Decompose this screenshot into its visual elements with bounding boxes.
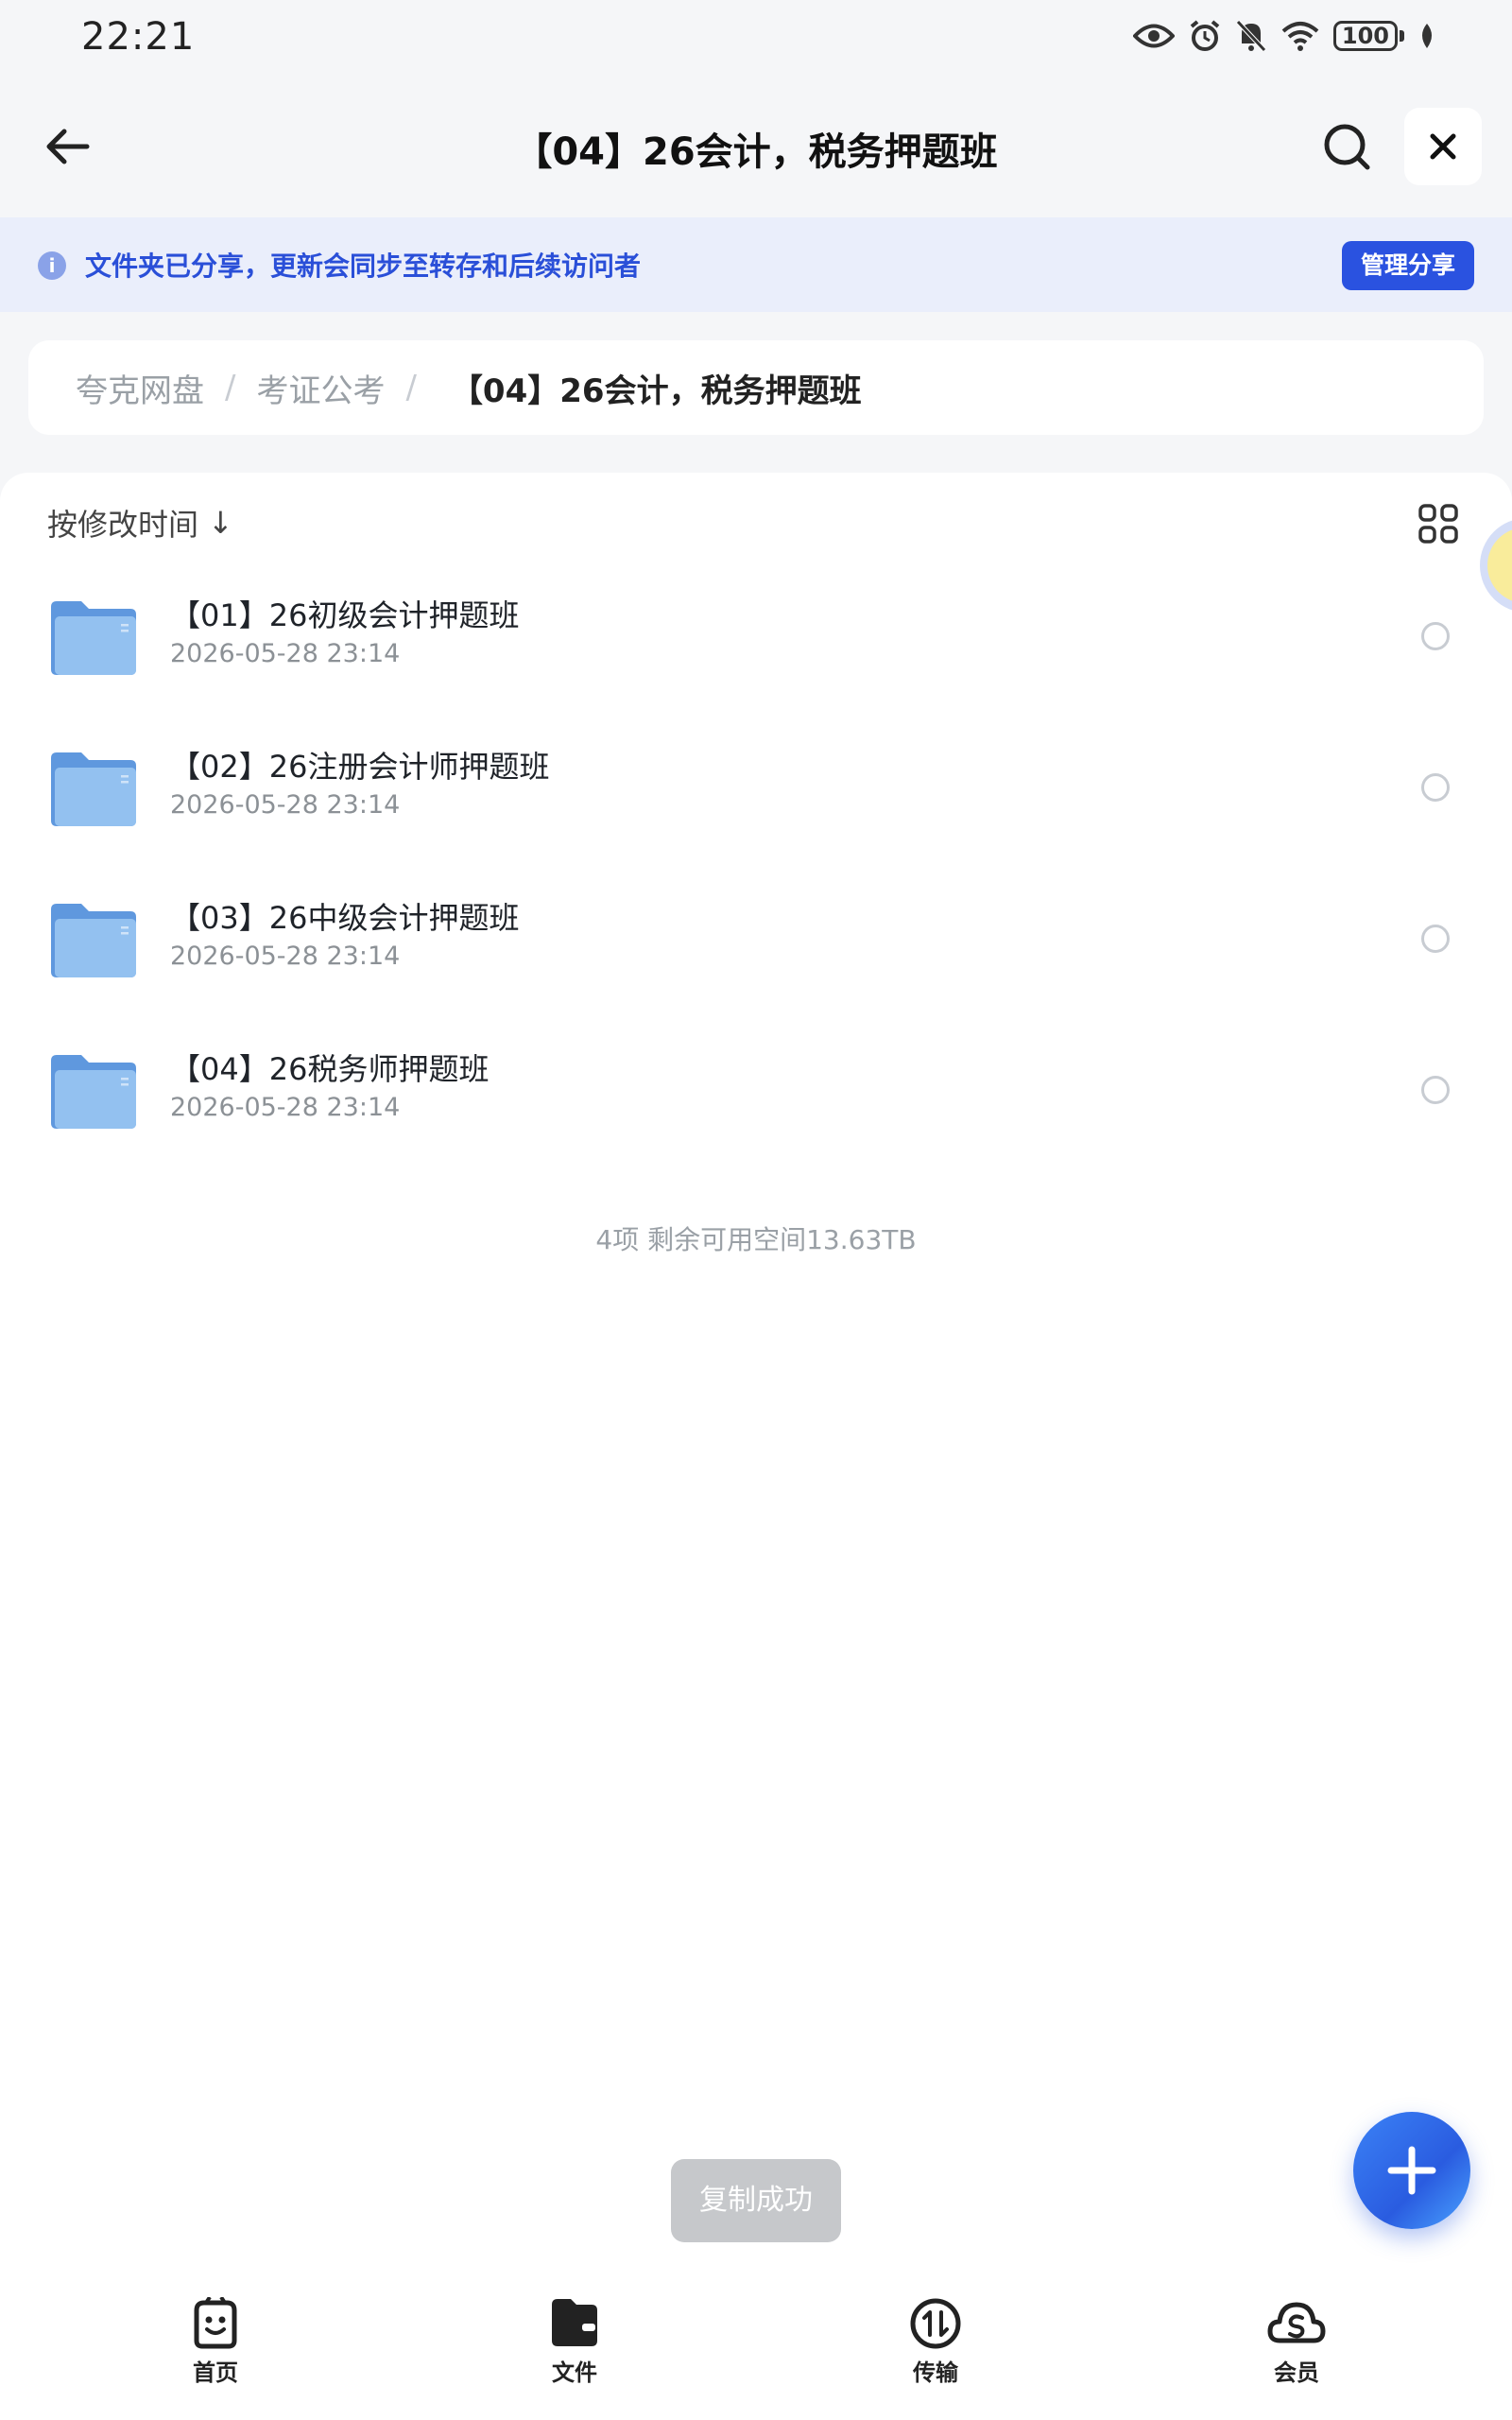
close-button[interactable] <box>1404 108 1482 185</box>
search-button[interactable] <box>1314 113 1380 180</box>
tab-transfer[interactable]: 传输 <box>860 2297 1011 2387</box>
share-banner: i 文件夹已分享，更新会同步至转存和后续访问者 管理分享 <box>0 217 1512 312</box>
tab-label: 文件 <box>552 2360 597 2386</box>
info-icon: i <box>38 251 66 280</box>
manage-share-button[interactable]: 管理分享 <box>1342 241 1474 290</box>
top-nav: 【04】26会计，税务押题班 <box>0 95 1512 199</box>
file-date: 2026-05-28 23:14 <box>170 790 401 820</box>
share-notice-text: 文件夹已分享，更新会同步至转存和后续访问者 <box>85 251 642 282</box>
sort-arrow-icon: ↓ <box>208 505 233 541</box>
tab-label: 会员 <box>1274 2360 1319 2386</box>
bottom-tab-bar: 首页 文件 传输 会员 <box>0 2269 1512 2420</box>
battery-cap <box>1400 30 1404 42</box>
breadcrumb-item-parent[interactable]: 考证公考 <box>256 365 385 411</box>
tab-label: 传输 <box>913 2360 958 2386</box>
list-item[interactable]: 【03】26中级会计押题班 2026-05-28 23:14 <box>0 851 1512 1002</box>
file-date: 2026-05-28 23:14 <box>170 942 401 971</box>
select-radio[interactable] <box>1421 773 1450 802</box>
sort-label: 按修改时间 <box>47 507 199 543</box>
breadcrumb-item-current: 【04】26会计，税务押题班 <box>450 372 862 410</box>
select-radio[interactable] <box>1421 622 1450 650</box>
breadcrumb-separator: / <box>225 369 236 406</box>
close-icon <box>1430 133 1456 160</box>
plus-icon <box>1387 2146 1436 2195</box>
status-icons: 100 <box>1132 19 1436 53</box>
search-icon <box>1324 124 1370 170</box>
list-item[interactable]: 【01】26初级会计押题班 2026-05-28 23:14 <box>0 548 1512 700</box>
select-radio[interactable] <box>1421 1076 1450 1104</box>
file-name: 【02】26注册会计师押题班 <box>170 749 550 785</box>
folder-icon <box>51 1055 136 1129</box>
file-date: 2026-05-28 23:14 <box>170 1093 401 1122</box>
file-list: 【01】26初级会计押题班 2026-05-28 23:14 【02】26注册会… <box>0 548 1512 1153</box>
tab-files[interactable]: 文件 <box>499 2297 650 2387</box>
home-smile-icon <box>194 2297 237 2349</box>
folder-icon <box>51 601 136 675</box>
select-radio[interactable] <box>1421 925 1450 953</box>
status-time: 22:21 <box>81 15 196 59</box>
folder-icon <box>51 904 136 977</box>
leaf-icon <box>1422 24 1432 48</box>
status-bar: 22:21 100 <box>0 0 1512 76</box>
folder-icon <box>552 2299 597 2346</box>
file-name: 【01】26初级会计押题班 <box>170 597 520 633</box>
file-panel: 按修改时间 ↓ 【01】26初级会计押题班 2026-05-28 23:14 【… <box>0 473 1512 2269</box>
list-item[interactable]: 【02】26注册会计师押题班 2026-05-28 23:14 <box>0 700 1512 851</box>
mute-bell-icon <box>1236 20 1266 52</box>
toast-message: 复制成功 <box>671 2159 841 2242</box>
member-cloud-icon <box>1267 2302 1326 2343</box>
tab-label: 首页 <box>193 2360 238 2386</box>
sort-button[interactable]: 按修改时间 ↓ <box>47 501 233 544</box>
battery-level: 100 <box>1332 21 1398 51</box>
eye-icon <box>1132 24 1175 48</box>
wifi-icon <box>1281 22 1319 51</box>
breadcrumb: 夸克网盘 / 考证公考 / 【04】26会计，税务押题班 <box>28 340 1484 435</box>
breadcrumb-item-root[interactable]: 夸克网盘 <box>76 365 204 411</box>
folder-icon <box>51 752 136 826</box>
add-button[interactable] <box>1353 2112 1470 2229</box>
file-name: 【04】26税务师押题班 <box>170 1051 490 1087</box>
page-title: 【04】26会计，税务押题班 <box>514 130 998 174</box>
tab-member[interactable]: 会员 <box>1221 2297 1372 2387</box>
app-screen: 22:21 100 【04】26会计，税务押题班 i 文件夹已分享，更新会同步至… <box>0 0 1512 2420</box>
file-date: 2026-05-28 23:14 <box>170 639 401 668</box>
breadcrumb-separator: / <box>405 369 417 406</box>
grid-view-icon[interactable] <box>1418 503 1459 544</box>
battery-indicator: 100 <box>1332 21 1404 51</box>
file-name: 【03】26中级会计押题班 <box>170 900 520 936</box>
storage-summary: 4项 剩余可用空间13.63TB <box>595 1224 917 1255</box>
list-item[interactable]: 【04】26税务师押题班 2026-05-28 23:14 <box>0 1002 1512 1153</box>
tab-home[interactable]: 首页 <box>140 2297 291 2387</box>
transfer-icon <box>910 2298 961 2349</box>
alarm-icon <box>1190 20 1220 51</box>
